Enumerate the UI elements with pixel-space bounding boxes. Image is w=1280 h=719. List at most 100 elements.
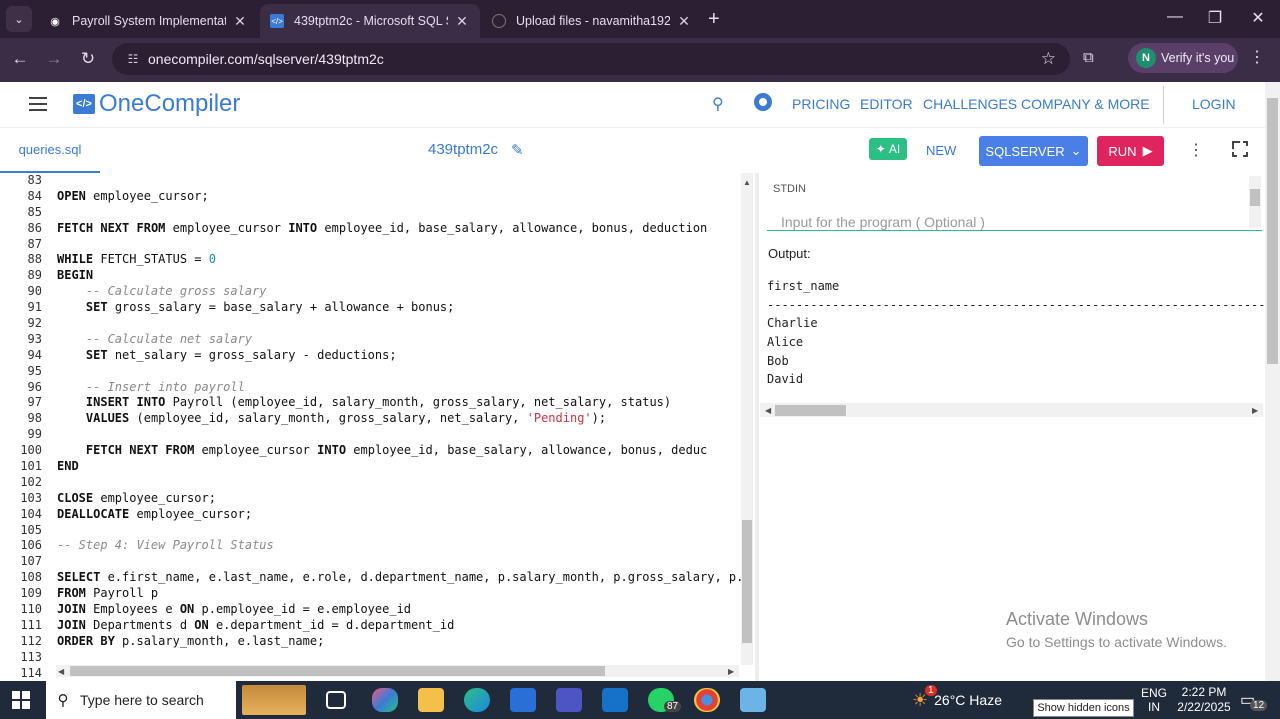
scroll-up-arrow-icon[interactable]: ▲: [743, 178, 751, 187]
minimize-icon[interactable]: —: [1160, 8, 1190, 26]
microsoft-store-icon[interactable]: [510, 688, 536, 712]
stdin-scroll-thumb[interactable]: [1250, 189, 1260, 206]
code-text[interactable]: BEGIN: [57, 268, 93, 284]
browser-tab-payroll[interactable]: ◉ Payroll System Implementation ✕: [38, 4, 258, 38]
code-editor[interactable]: 83 84 OPEN employee_cursor; 85 86 FETCH NEXT …: [0, 173, 755, 681]
scroll-left-arrow-icon[interactable]: ◀: [58, 667, 64, 676]
taskbar-search-box[interactable]: ⚲ Type here to search: [46, 681, 306, 719]
code-text[interactable]: DEALLOCATE employee_cursor;: [57, 507, 252, 523]
code-line[interactable]: 86 FETCH NEXT FROM employee_cursor INTO e…: [0, 221, 740, 237]
clock[interactable]: 2:22 PM 2/22/2025: [1175, 681, 1233, 719]
edit-pencil-icon[interactable]: ✎: [511, 141, 524, 159]
tab-search-menu-button[interactable]: ⌄: [6, 6, 32, 32]
edge-icon[interactable]: [464, 688, 490, 712]
address-bar[interactable]: ☷ onecompiler.com/sqlserver/439tptm2c ☆: [112, 43, 1070, 75]
code-line[interactable]: 101 END: [0, 459, 740, 475]
url-text[interactable]: onecompiler.com/sqlserver/439tptm2c: [148, 51, 384, 67]
copilot-icon[interactable]: [372, 688, 398, 712]
hamburger-menu-icon[interactable]: [29, 97, 47, 115]
login-link[interactable]: LOGIN: [1192, 96, 1236, 112]
code-line[interactable]: 106 -- Step 4: View Payroll Status: [0, 538, 740, 554]
editor-more-icon[interactable]: ⋮: [1188, 140, 1204, 160]
file-explorer-icon[interactable]: [418, 688, 444, 712]
browser-menu-icon[interactable]: ⋮: [1249, 47, 1265, 67]
browser-tab-upload[interactable]: Upload files - navamitha192124 ✕: [482, 4, 702, 38]
code-line[interactable]: 93 -- Calculate net salary: [0, 332, 740, 348]
code-text[interactable]: OPEN employee_cursor;: [57, 189, 209, 205]
code-line[interactable]: 109 FROM Payroll p: [0, 586, 740, 602]
scroll-right-arrow-icon[interactable]: ▶: [1252, 406, 1258, 415]
code-line[interactable]: 84 OPEN employee_cursor;: [0, 189, 740, 205]
code-text[interactable]: -- Step 4: View Payroll Status: [57, 538, 274, 554]
search-icon[interactable]: ⚲: [712, 94, 724, 114]
theme-toggle-icon[interactable]: [754, 93, 772, 111]
code-text[interactable]: CLOSE employee_cursor;: [57, 491, 216, 507]
code-text[interactable]: INSERT INTO Payroll (employee_id, salary…: [57, 395, 671, 411]
app-icon[interactable]: [556, 688, 582, 712]
code-lines[interactable]: 83 84 OPEN employee_cursor; 85 86 FETCH NEXT …: [0, 173, 743, 681]
code-line[interactable]: 102: [0, 475, 740, 491]
code-line[interactable]: 95: [0, 364, 740, 380]
site-settings-icon[interactable]: ☷: [118, 52, 148, 66]
code-text[interactable]: JOIN Employees e ON p.employee_id = e.em…: [57, 602, 411, 618]
code-text[interactable]: -- Calculate gross salary: [57, 284, 267, 300]
code-text[interactable]: SET net_salary = gross_salary - deductio…: [57, 348, 397, 364]
app-icon[interactable]: [740, 688, 766, 712]
chrome-icon[interactable]: [694, 688, 720, 712]
code-line[interactable]: 83: [0, 173, 740, 189]
run-button[interactable]: RUN ▶: [1097, 136, 1164, 166]
output-horizontal-scroll-thumb[interactable]: [775, 405, 846, 416]
search-highlight-image[interactable]: [242, 685, 306, 715]
nav-editor[interactable]: EDITOR: [860, 96, 913, 112]
onecompiler-logo[interactable]: </> OneCompiler: [73, 90, 240, 118]
code-text[interactable]: SET gross_salary = base_salary + allowan…: [57, 300, 454, 316]
nav-company-more[interactable]: COMPANY & MORE: [1021, 96, 1150, 112]
code-text[interactable]: END: [57, 459, 79, 475]
restore-icon[interactable]: ❐: [1200, 8, 1230, 28]
close-tab-icon[interactable]: ✕: [232, 13, 248, 30]
code-line[interactable]: 92: [0, 316, 740, 332]
reload-icon[interactable]: ↻: [77, 49, 99, 69]
code-line[interactable]: 105: [0, 523, 740, 539]
new-button[interactable]: NEW: [926, 143, 956, 158]
code-line[interactable]: 111 JOIN Departments d ON e.department_id…: [0, 618, 740, 634]
task-view-icon[interactable]: [326, 691, 346, 709]
stdin-input[interactable]: Input for the program ( Optional ): [781, 214, 985, 230]
code-line[interactable]: 112 ORDER BY p.salary_month, e.last_name;: [0, 634, 740, 650]
code-text[interactable]: VALUES (employee_id, salary_month, gross…: [57, 411, 606, 427]
extensions-puzzle-icon[interactable]: ⧉: [1083, 49, 1094, 66]
scroll-left-arrow-icon[interactable]: ◀: [765, 406, 771, 415]
code-text[interactable]: ORDER BY p.salary_month, e.last_name;: [57, 634, 324, 650]
nav-pricing[interactable]: PRICING: [792, 96, 850, 112]
ai-button[interactable]: ✦ AI: [869, 138, 907, 160]
code-line[interactable]: 110 JOIN Employees e ON p.employee_id = e…: [0, 602, 740, 618]
code-line[interactable]: 108 SELECT e.first_name, e.last_name, e.r…: [0, 570, 743, 586]
code-line[interactable]: 99: [0, 427, 740, 443]
close-window-icon[interactable]: ✕: [1243, 8, 1273, 28]
code-text[interactable]: FROM Payroll p: [57, 586, 158, 602]
code-line[interactable]: 90 -- Calculate gross salary: [0, 284, 740, 300]
fullscreen-icon[interactable]: [1232, 141, 1248, 157]
profile-verify-button[interactable]: N Verify it's you: [1128, 43, 1238, 73]
code-line[interactable]: 107: [0, 554, 740, 570]
code-line[interactable]: 98 VALUES (employee_id, salary_month, gr…: [0, 411, 740, 427]
outlook-icon[interactable]: [602, 688, 628, 712]
back-arrow-icon[interactable]: ←: [9, 49, 31, 69]
code-line[interactable]: 100 FETCH NEXT FROM employee_cursor INTO…: [0, 443, 740, 459]
page-scroll-thumb[interactable]: [1267, 98, 1278, 364]
code-line[interactable]: 94 SET net_salary = gross_salary - deduc…: [0, 348, 740, 364]
close-tab-icon[interactable]: ✕: [676, 13, 692, 30]
file-tab-queries[interactable]: queries.sql: [0, 128, 100, 173]
code-line[interactable]: 89 BEGIN: [0, 268, 740, 284]
code-text[interactable]: FETCH NEXT FROM employee_cursor INTO emp…: [57, 443, 707, 459]
code-line[interactable]: 96 -- Insert into payroll: [0, 380, 740, 396]
forward-arrow-icon[interactable]: →: [43, 49, 65, 69]
code-text[interactable]: -- Calculate net salary: [57, 332, 252, 348]
close-tab-icon[interactable]: ✕: [454, 13, 470, 30]
browser-tab-sqlserver[interactable]: </> 439tptm2c - Microsoft SQL Ser ✕: [260, 4, 480, 38]
nav-challenges[interactable]: CHALLENGES: [923, 96, 1017, 112]
code-line[interactable]: 103 CLOSE employee_cursor;: [0, 491, 740, 507]
editor-horizontal-scroll-thumb[interactable]: [70, 666, 605, 676]
code-line[interactable]: 113: [0, 650, 740, 666]
language-select-button[interactable]: SQLSERVER ⌄: [979, 136, 1088, 166]
